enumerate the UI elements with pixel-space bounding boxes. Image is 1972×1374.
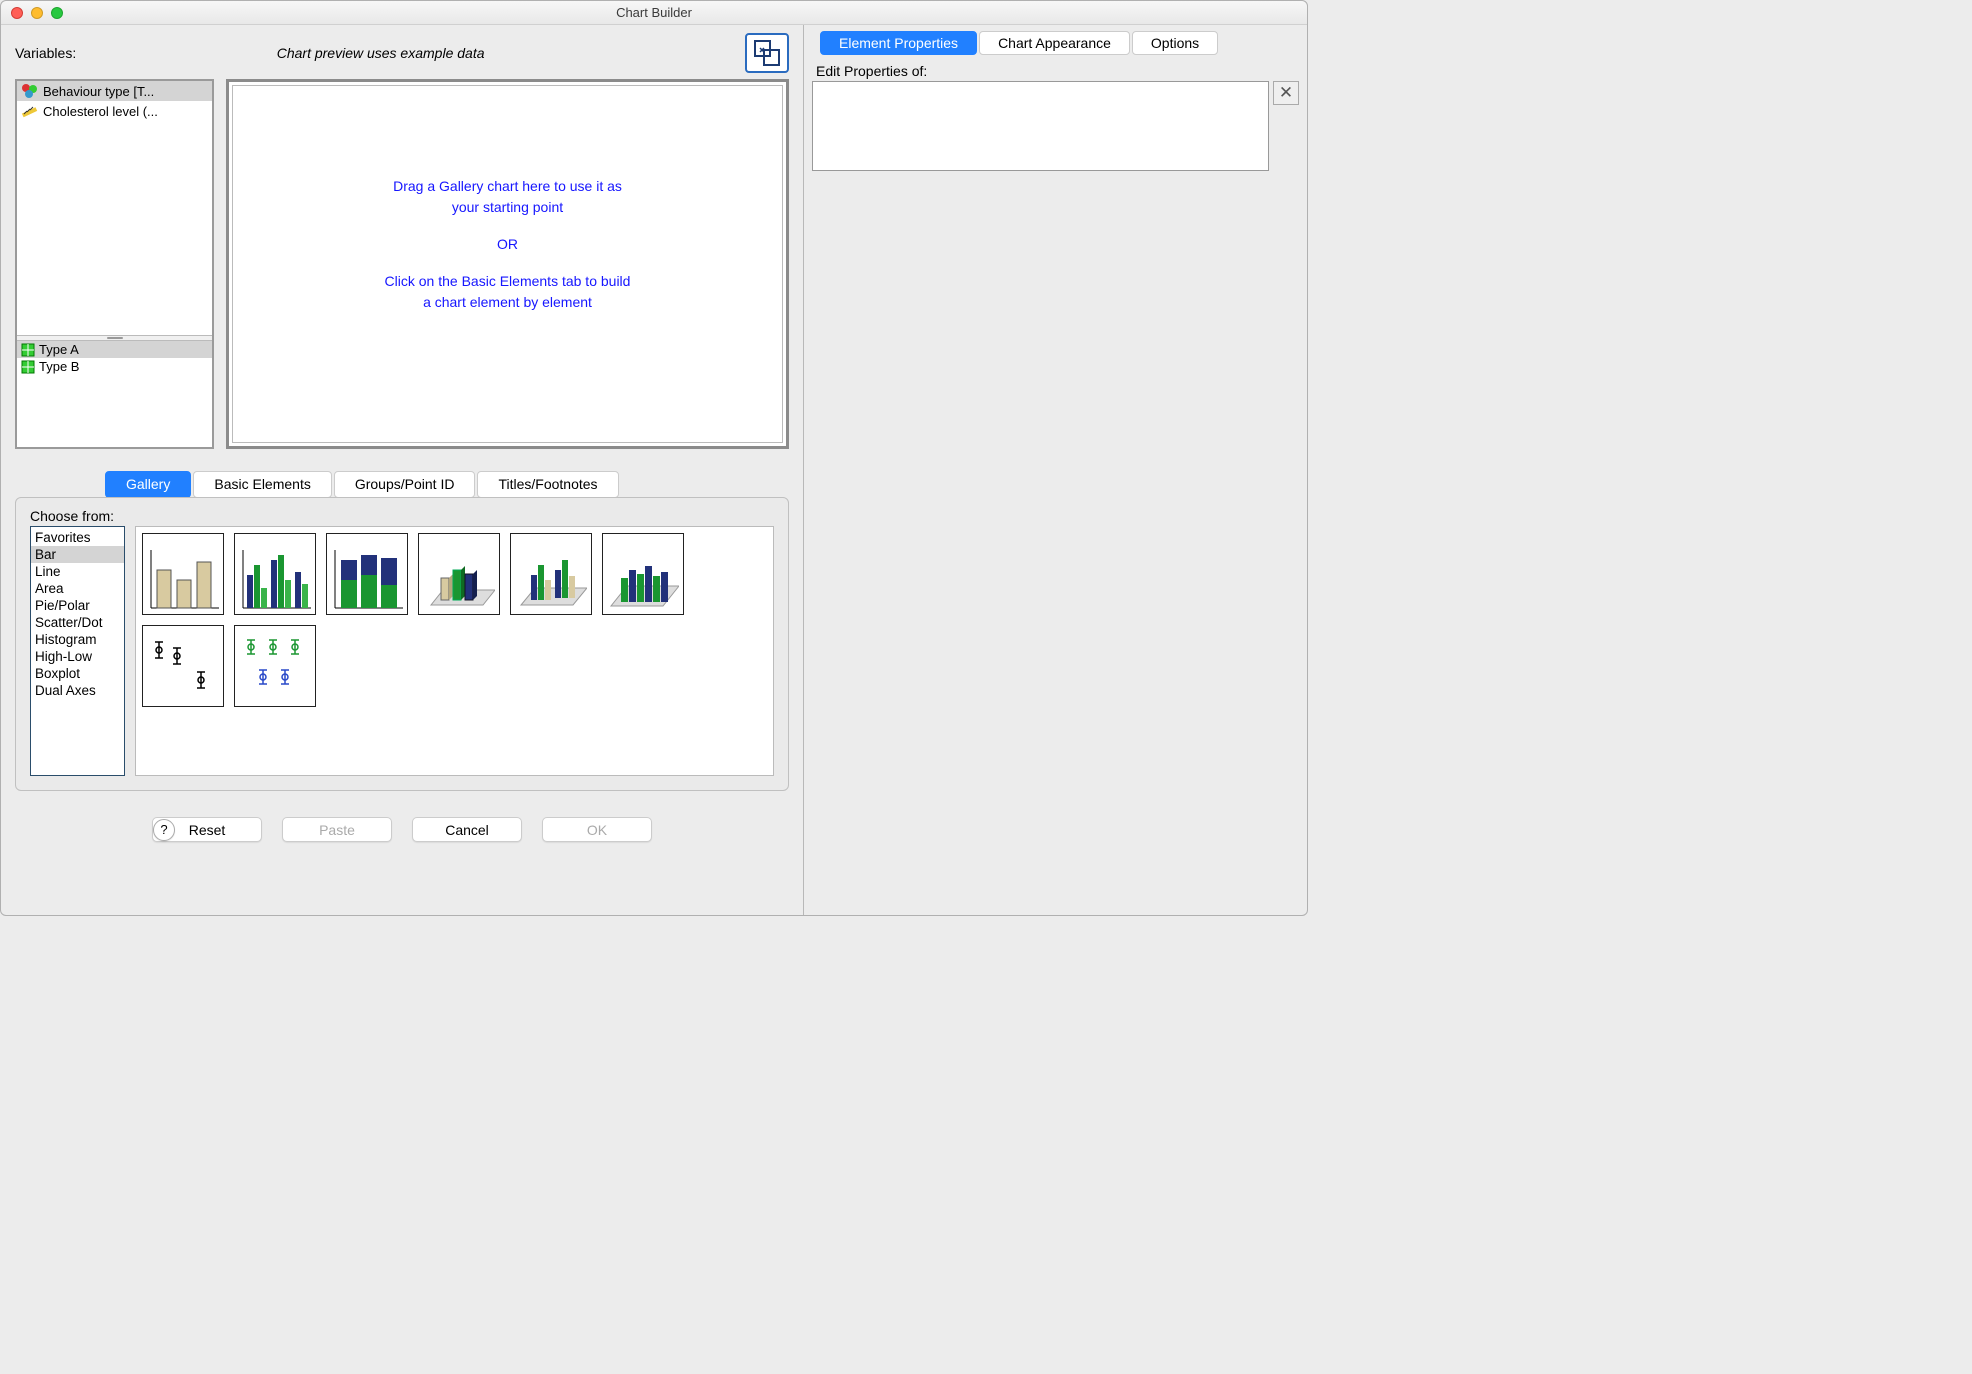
remove-element-button[interactable]: ✕ [1273, 81, 1299, 105]
variable-item[interactable]: Cholesterol level (... [17, 101, 212, 121]
gallery-thumb-clustered-bar[interactable] [234, 533, 316, 615]
scale-icon [21, 103, 39, 119]
category-list[interactable]: Type A Type B [17, 341, 212, 447]
category-item[interactable]: Type B [17, 358, 212, 375]
variable-list[interactable]: Behaviour type [T... Cholesterol level (… [17, 81, 212, 335]
chart-type-item-bar[interactable]: Bar [31, 546, 124, 563]
category-item[interactable]: Type A [17, 341, 212, 358]
gallery-thumb-3d-bar-2[interactable] [510, 533, 592, 615]
three-d-bar-icon [423, 550, 495, 610]
properties-tabs: Element Properties Chart Appearance Opti… [820, 31, 1299, 55]
category-icon [21, 360, 35, 374]
three-d-bar-icon [515, 550, 587, 610]
gallery-panel: Choose from: Favorites Bar Line Area Pie… [15, 497, 789, 791]
content-area: Variables: Chart preview uses example da… [1, 25, 1307, 915]
chart-type-item-scatter-dot[interactable]: Scatter/Dot [31, 614, 124, 631]
chart-type-list[interactable]: Favorites Bar Line Area Pie/Polar Scatte… [30, 526, 125, 776]
chart-type-item-boxplot[interactable]: Boxplot [31, 665, 124, 682]
chart-type-item-favorites[interactable]: Favorites [31, 529, 124, 546]
stacked-bar-icon [331, 550, 403, 610]
cancel-button[interactable]: Cancel [412, 817, 522, 842]
window-title: Chart Builder [1, 5, 1307, 20]
category-icon [21, 343, 35, 357]
upper-row: Behaviour type [T... Cholesterol level (… [15, 79, 789, 449]
chart-type-item-histogram[interactable]: Histogram [31, 631, 124, 648]
help-button[interactable]: ? [153, 819, 175, 841]
tab-gallery[interactable]: Gallery [105, 471, 191, 498]
gallery-thumb-error-bar-clustered[interactable] [234, 625, 316, 707]
preview-hint-or: OR [497, 234, 518, 255]
variables-panel: Behaviour type [T... Cholesterol level (… [15, 79, 214, 449]
preview-hint-text: Click on the Basic Elements tab to build [385, 271, 631, 292]
preview-hint-text: Drag a Gallery chart here to use it as [393, 176, 622, 197]
category-label: Type A [39, 342, 79, 357]
error-bar-icon [147, 636, 219, 696]
variables-label: Variables: [15, 45, 76, 61]
builder-tabs: Gallery Basic Elements Groups/Point ID T… [105, 471, 789, 498]
gallery-thumb-3d-bar-1[interactable] [418, 533, 500, 615]
tab-chart-appearance[interactable]: Chart Appearance [979, 31, 1130, 55]
tab-element-properties[interactable]: Element Properties [820, 31, 977, 55]
chart-preview-dropzone[interactable]: Drag a Gallery chart here to use it as y… [226, 79, 789, 449]
tab-titles-footnotes[interactable]: Titles/Footnotes [477, 471, 618, 498]
chart-type-item-high-low[interactable]: High-Low [31, 648, 124, 665]
chart-type-item-area[interactable]: Area [31, 580, 124, 597]
left-pane: Variables: Chart preview uses example da… [1, 25, 804, 915]
clustered-bar-icon [239, 550, 311, 610]
titlebar: Chart Builder [1, 1, 1307, 25]
chart-type-item-pie-polar[interactable]: Pie/Polar [31, 597, 124, 614]
tab-options[interactable]: Options [1132, 31, 1218, 55]
swap-icon [754, 40, 780, 66]
gallery-thumb-stacked-bar[interactable] [326, 533, 408, 615]
chart-builder-window: Chart Builder Variables: Chart preview u… [0, 0, 1308, 916]
paste-button[interactable]: Paste [282, 817, 392, 842]
ok-button[interactable]: OK [542, 817, 652, 842]
right-pane: Element Properties Chart Appearance Opti… [804, 25, 1307, 915]
chart-type-item-line[interactable]: Line [31, 563, 124, 580]
properties-of-list[interactable] [812, 81, 1269, 171]
gallery-thumb-error-bar-simple[interactable] [142, 625, 224, 707]
preview-hint-text: a chart element by element [423, 292, 592, 313]
gallery-thumbnails [135, 526, 774, 776]
variable-item[interactable]: Behaviour type [T... [17, 81, 212, 101]
variable-label: Behaviour type [T... [43, 84, 154, 99]
header-row: Variables: Chart preview uses example da… [15, 33, 789, 73]
category-label: Type B [39, 359, 79, 374]
tab-groups-point-id[interactable]: Groups/Point ID [334, 471, 476, 498]
chart-preview-placeholder: Drag a Gallery chart here to use it as y… [232, 85, 783, 443]
edit-properties-label: Edit Properties of: [816, 63, 1299, 79]
dialog-buttons: ? Reset Paste Cancel OK [15, 817, 789, 842]
gallery-thumb-simple-bar[interactable] [142, 533, 224, 615]
gallery-thumb-3d-bar-3[interactable] [602, 533, 684, 615]
gallery-row: Favorites Bar Line Area Pie/Polar Scatte… [30, 526, 774, 776]
properties-row: ✕ [812, 81, 1299, 171]
clustered-error-bar-icon [239, 636, 311, 696]
nominal-icon [21, 83, 39, 99]
choose-from-label: Choose from: [30, 508, 774, 524]
bar-chart-icon [147, 550, 219, 610]
swap-axes-button[interactable] [745, 33, 789, 73]
variable-label: Cholesterol level (... [43, 104, 158, 119]
chart-type-item-dual-axes[interactable]: Dual Axes [31, 682, 124, 699]
three-d-bar-icon [607, 550, 679, 610]
preview-hint-text: your starting point [452, 197, 563, 218]
preview-example-note: Chart preview uses example data [277, 45, 485, 61]
tab-basic-elements[interactable]: Basic Elements [193, 471, 331, 498]
close-icon: ✕ [1279, 83, 1293, 103]
